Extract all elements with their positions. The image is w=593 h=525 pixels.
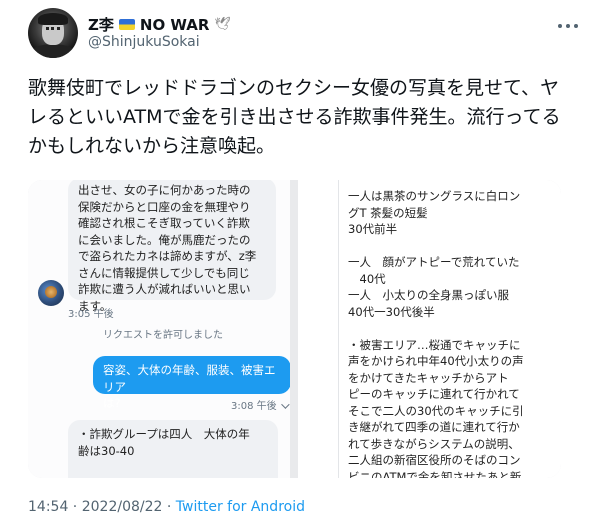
- ukraine-flag-icon: [118, 19, 135, 30]
- tweet-text: 歌舞伎町でレッドドラゴンのセクシー女優の写真を見せて、ヤレるといいATMで金を引…: [28, 77, 561, 157]
- author-handle[interactable]: @ShinjukuSokai: [88, 34, 200, 50]
- chat-reply-bubble: 容姿、大体の年齢、服装、被害エリア は?: [93, 356, 290, 410]
- chat-message-1: 出させ、女の子に何かあった時の 保険だからと口座の金を無理やり 確認され根こそぎ…: [68, 180, 276, 313]
- tweet-header: Z李 NO WAR 🕊 @ShinjukuSokai: [28, 8, 588, 60]
- footer-separator-2: ·: [162, 499, 176, 515]
- tweet-source-link[interactable]: Twitter for Android: [176, 499, 305, 515]
- chat-reply-time: 3:08 午後: [231, 397, 290, 412]
- chat-message-1-time: 3:05 午後: [68, 309, 114, 320]
- request-accepted-note: リクエストを許可しました: [103, 330, 223, 341]
- tweet-time[interactable]: 14:54: [28, 499, 68, 515]
- chevron-down-icon: [280, 400, 290, 409]
- more-options-icon[interactable]: [556, 14, 580, 38]
- chat-message-3: 一人は黒茶のサングラスに白ロン グT 茶髪の短髪 30代前半 一人 顔がアトピー…: [348, 189, 524, 478]
- dove-icon: 🕊: [214, 17, 231, 32]
- tweet-media[interactable]: 出させ、女の子に何かあった時の 保険だからと口座の金を無理やり 確認され根こそぎ…: [28, 180, 561, 478]
- chat-thread-line: [338, 180, 339, 478]
- author-name-suffix[interactable]: NO WAR: [140, 16, 210, 34]
- tweet-date[interactable]: 2022/08/22: [82, 499, 163, 515]
- chat-avatar: [38, 280, 64, 306]
- author-avatar[interactable]: [28, 8, 78, 58]
- media-screenshot-left[interactable]: 出させ、女の子に何かあった時の 保険だからと口座の金を無理やり 確認され根こそぎ…: [28, 180, 290, 478]
- tweet-footer: 14:54 · 2022/08/22 · Twitter for Android: [28, 499, 305, 515]
- author-name-row[interactable]: Z李 NO WAR 🕊: [88, 14, 231, 35]
- media-screenshot-right[interactable]: 一人は黒茶のサングラスに白ロン グT 茶髪の短髪 30代前半 一人 顔がアトピー…: [298, 180, 561, 478]
- author-display-name[interactable]: Z李: [88, 14, 114, 35]
- chat-reply-time-text: 3:08 午後: [231, 401, 277, 412]
- footer-separator: ·: [68, 499, 82, 515]
- chat-message-2: ・詐欺グループは四人 大体の年 齢は30-40 一人明確に覚えているのはエア: [68, 420, 278, 478]
